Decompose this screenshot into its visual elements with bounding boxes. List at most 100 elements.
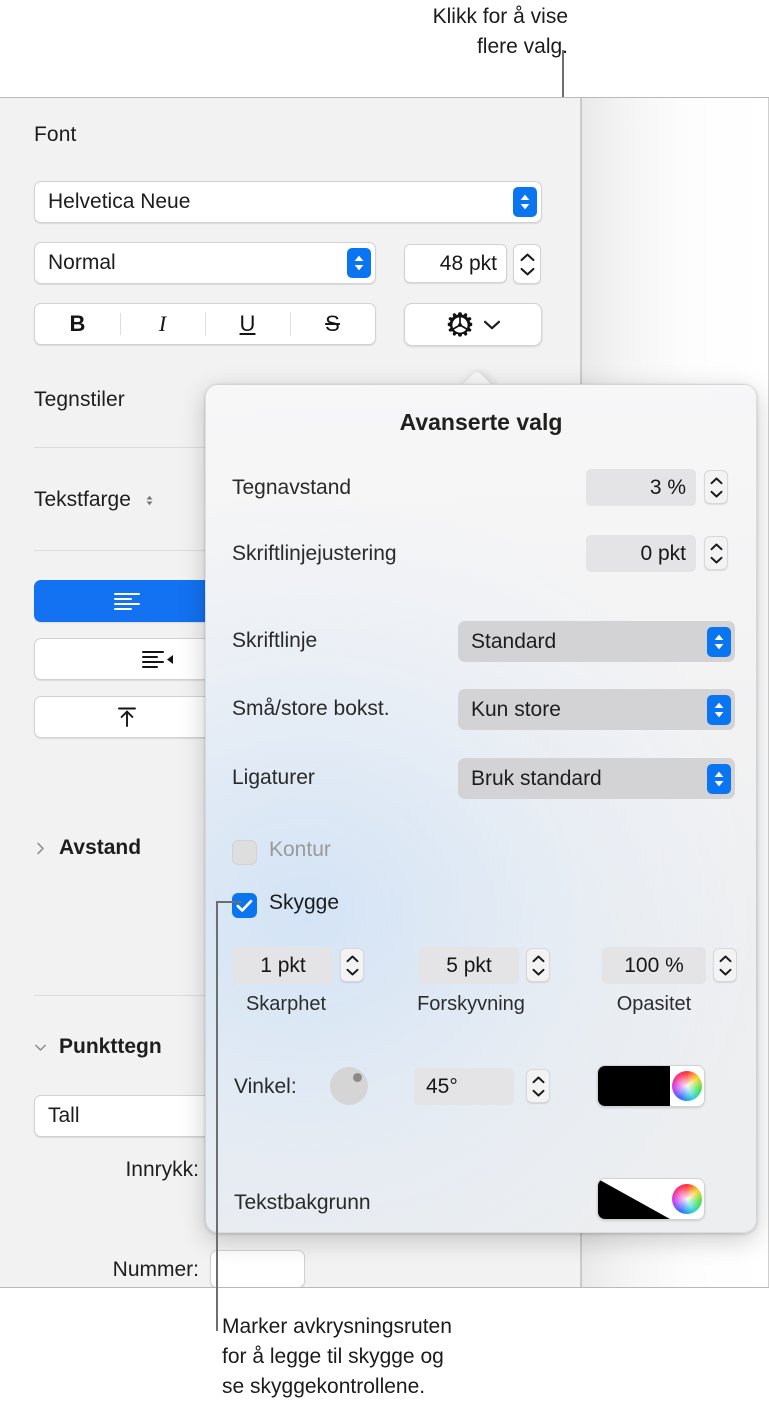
shadow-color-swatch[interactable] bbox=[598, 1066, 670, 1106]
strikethrough-glyph: S bbox=[325, 311, 340, 336]
indent-label: Innrykk: bbox=[125, 1158, 199, 1181]
text-background-swatch[interactable] bbox=[598, 1179, 670, 1219]
shadow-opacity-stepper[interactable] bbox=[713, 948, 737, 982]
ligatures-select[interactable]: Bruk standard bbox=[458, 758, 735, 799]
chevron-down-icon bbox=[532, 1089, 544, 1096]
callout-text-top: Klikk for å vise flere valg. bbox=[432, 5, 568, 58]
font-size-value: 48 pkt bbox=[439, 251, 497, 275]
font-family-value: Helvetica Neue bbox=[48, 190, 191, 213]
baseline-shift-field[interactable]: 0 pkt bbox=[586, 535, 696, 572]
align-right-indent-icon bbox=[141, 651, 173, 668]
shadow-offset-value: 5 pkt bbox=[446, 953, 492, 977]
font-size-field[interactable]: 48 pkt bbox=[404, 244, 507, 283]
chevron-down-icon bbox=[710, 490, 722, 497]
chevron-updown-icon[interactable] bbox=[707, 694, 731, 725]
shadow-blur-label: Skarphet bbox=[245, 993, 327, 1015]
shadow-blur-field[interactable]: 1 pkt bbox=[233, 947, 333, 984]
shadow-opacity-field[interactable]: 100 % bbox=[602, 947, 706, 984]
chevron-up-icon bbox=[346, 955, 358, 962]
font-family-select[interactable]: Helvetica Neue bbox=[34, 181, 542, 223]
advanced-options-button[interactable] bbox=[404, 303, 542, 346]
shadow-blur-stepper[interactable] bbox=[340, 948, 364, 982]
underline-button[interactable]: U bbox=[205, 304, 290, 344]
italic-button[interactable]: I bbox=[120, 304, 205, 344]
chevron-right-icon[interactable] bbox=[34, 842, 47, 855]
shadow-opacity-value: 100 % bbox=[624, 953, 684, 977]
chevron-up-icon bbox=[710, 477, 722, 484]
shadow-offset-stepper[interactable] bbox=[526, 948, 550, 982]
text-color-row[interactable]: Tekstfarge bbox=[34, 488, 156, 512]
popover-title: Avanserte valg bbox=[399, 409, 563, 435]
font-size-stepper[interactable] bbox=[513, 244, 541, 284]
char-spacing-field[interactable]: 3 % bbox=[586, 469, 696, 506]
outline-label: Kontur bbox=[269, 838, 331, 861]
bullets-type-value: Tall bbox=[48, 1104, 80, 1127]
align-top-icon bbox=[117, 707, 136, 727]
bold-button[interactable]: B bbox=[35, 304, 120, 344]
align-indent-button[interactable] bbox=[34, 638, 219, 680]
chevron-updown-icon[interactable] bbox=[707, 626, 731, 657]
color-wheel-icon bbox=[672, 1071, 702, 1101]
chevron-up-icon bbox=[532, 955, 544, 962]
gear-icon bbox=[447, 311, 472, 337]
chevron-updown-icon[interactable] bbox=[347, 248, 371, 278]
shadow-angle-value: 45° bbox=[426, 1074, 458, 1098]
spacing-section-row[interactable]: Avstand bbox=[34, 836, 141, 860]
chevron-down-icon bbox=[346, 968, 358, 975]
chevron-down-icon[interactable] bbox=[34, 1041, 47, 1054]
shadow-label: Skygge bbox=[269, 891, 340, 914]
color-wheel-icon bbox=[672, 1184, 702, 1214]
outline-checkbox[interactable] bbox=[232, 840, 257, 865]
baseline-shift-label: Skriftlinjejustering bbox=[232, 542, 397, 565]
baseline-shift-value: 0 pkt bbox=[640, 541, 686, 565]
underline-glyph: U bbox=[239, 311, 256, 336]
spacing-title: Avstand bbox=[59, 836, 142, 859]
callout-leader-bottom-vertical bbox=[216, 901, 218, 1331]
chevron-updown-icon[interactable] bbox=[707, 763, 731, 794]
text-style-segmented-control[interactable]: B I U S bbox=[34, 303, 376, 345]
chevron-up-icon bbox=[532, 1076, 544, 1083]
color-wheel-button[interactable] bbox=[670, 1179, 704, 1219]
italic-glyph: I bbox=[158, 311, 167, 336]
shadow-angle-label: Vinkel: bbox=[234, 1075, 297, 1098]
char-spacing-stepper[interactable] bbox=[704, 470, 728, 504]
shadow-opacity-label: Opasitet bbox=[616, 993, 692, 1015]
advanced-options-popover: Avanserte valg Tegnavstand 3 % Skriftlin… bbox=[205, 384, 757, 1233]
capitalization-select[interactable]: Kun store bbox=[458, 689, 735, 730]
shadow-angle-field[interactable]: 45° bbox=[414, 1068, 514, 1105]
screenshot-root: Klikk for å vise flere valg. Font Helvet… bbox=[0, 0, 769, 1420]
chevron-down-icon bbox=[483, 320, 500, 329]
shadow-checkbox[interactable] bbox=[232, 893, 257, 918]
text-background-color-well[interactable] bbox=[597, 1178, 705, 1220]
number-label: Nummer: bbox=[112, 1258, 199, 1281]
callout-text-bottom: Marker avkrysningsruten for å legge til … bbox=[222, 1315, 452, 1398]
ligatures-value: Bruk standard bbox=[471, 766, 602, 790]
bullets-title: Punkttegn bbox=[59, 1035, 162, 1058]
align-top-button[interactable] bbox=[34, 696, 219, 738]
baseline-select[interactable]: Standard bbox=[458, 621, 735, 662]
angle-dial[interactable] bbox=[330, 1067, 368, 1105]
bullets-section-row[interactable]: Punkttegn bbox=[34, 1035, 162, 1059]
char-spacing-label: Tegnavstand bbox=[232, 476, 352, 499]
chevron-updown-icon[interactable] bbox=[513, 187, 537, 217]
shadow-color-well[interactable] bbox=[597, 1065, 705, 1107]
color-wheel-button[interactable] bbox=[670, 1066, 704, 1106]
baseline-label: Skriftlinje bbox=[232, 629, 318, 652]
shadow-offset-label: Forskyvning bbox=[417, 993, 525, 1015]
chevron-up-icon bbox=[719, 955, 731, 962]
align-left-icon bbox=[113, 593, 140, 610]
chevron-down-icon bbox=[710, 556, 722, 563]
text-color-label: Tekstfarge bbox=[34, 488, 131, 511]
strikethrough-button[interactable]: S bbox=[290, 304, 375, 344]
bold-glyph: B bbox=[69, 311, 86, 336]
shadow-offset-field[interactable]: 5 pkt bbox=[419, 947, 519, 984]
shadow-angle-stepper[interactable] bbox=[526, 1069, 550, 1103]
capitalization-value: Kun store bbox=[471, 697, 561, 721]
chevron-updown-icon[interactable] bbox=[143, 494, 156, 507]
baseline-value: Standard bbox=[471, 629, 557, 653]
font-style-select[interactable]: Normal bbox=[34, 242, 376, 284]
font-style-value: Normal bbox=[48, 251, 116, 274]
align-left-button[interactable] bbox=[34, 580, 219, 622]
baseline-shift-stepper[interactable] bbox=[704, 536, 728, 570]
number-field[interactable] bbox=[210, 1250, 305, 1287]
